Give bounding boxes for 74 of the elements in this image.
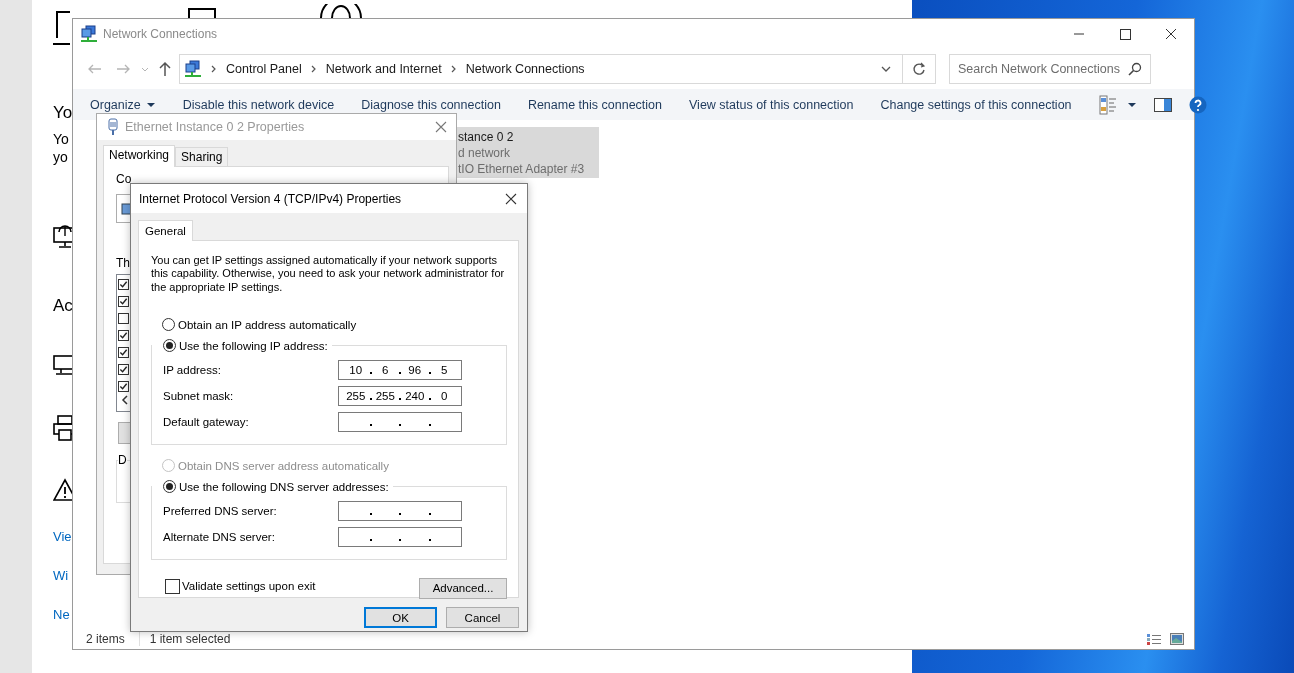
dialog-button[interactable]: Cancel	[446, 607, 519, 628]
address-bar[interactable]: Control Panel Network and Internet Network Connections	[179, 54, 936, 84]
field-label: Default gateway:	[163, 415, 250, 428]
radio-button[interactable]	[163, 480, 176, 494]
field-label: Co	[116, 172, 132, 186]
checkbox[interactable]	[118, 279, 129, 290]
search-icon	[1128, 62, 1142, 76]
dialog-tab[interactable]: Networking	[103, 145, 176, 167]
network-adapter-icon	[121, 201, 133, 216]
breadcrumb-item[interactable]: Network Connections	[465, 62, 585, 76]
checkbox[interactable]	[118, 347, 129, 358]
checkbox[interactable]	[165, 578, 180, 594]
radio-button[interactable]	[162, 318, 175, 332]
ip-address-field[interactable]: 10 6 96 5	[338, 359, 462, 380]
network-icon	[184, 60, 202, 78]
help-icon[interactable]	[1188, 95, 1207, 114]
dialog-tab[interactable]: General	[138, 220, 193, 241]
details-view-icon[interactable]	[1146, 632, 1162, 645]
toolbar-command[interactable]: View status of this connection	[689, 97, 854, 112]
checkbox[interactable]	[118, 364, 129, 375]
breadcrumb-item[interactable]: Network and Internet	[325, 62, 442, 76]
scroll-left-icon[interactable]	[121, 395, 129, 405]
field-label: Preferred DNS server:	[163, 504, 278, 517]
dialog-title: Ethernet Instance 0 2 Properties	[125, 120, 306, 134]
checkbox[interactable]	[118, 313, 129, 324]
toolbar-command[interactable]: Rename this connection	[527, 97, 662, 112]
window-title: Network Connections	[103, 27, 219, 41]
field-label: Alternate DNS server:	[163, 530, 276, 543]
organize-menu[interactable]: Organize	[90, 97, 156, 112]
ip-address-field[interactable]	[338, 526, 462, 547]
page-heading: Yo	[53, 102, 73, 124]
caret-down-icon[interactable]	[1126, 101, 1137, 108]
ip-address-field[interactable]	[338, 411, 462, 432]
page-heading: Ac	[53, 295, 73, 317]
page-text: yo	[53, 148, 68, 166]
ethernet-adapter-icon	[107, 118, 119, 136]
toolbar-command[interactable]: Change settings of this connection	[880, 97, 1072, 112]
large-icons-view-icon[interactable]	[1170, 632, 1184, 645]
settings-link[interactable]: Ne	[53, 606, 70, 624]
checkbox[interactable]	[118, 330, 129, 341]
refresh-icon	[912, 62, 926, 76]
description-text: You can get IP settings assigned automatically if your network supports this capability. Otherwise, you need to ask your network administrator for the appropriate IP settings.	[151, 254, 506, 294]
dialog-button[interactable]: OK	[364, 607, 437, 628]
settings-link[interactable]: Wi	[53, 567, 69, 585]
field-label: IP address:	[163, 363, 222, 376]
checkbox[interactable]	[118, 381, 129, 392]
ip-address-field[interactable]: 255 255 240 0	[338, 385, 462, 406]
radio-label: Obtain an IP address automatically	[178, 318, 357, 331]
settings-link[interactable]: Vie	[53, 528, 72, 546]
field-label: Subnet mask:	[163, 389, 235, 402]
checkbox[interactable]	[118, 296, 129, 307]
status-text: 2 items	[86, 631, 125, 646]
radio-button[interactable]	[163, 339, 176, 353]
change-view-icon[interactable]	[1098, 94, 1117, 115]
search-field[interactable]: Search Network Connections	[949, 54, 1151, 84]
dialog-title: Internet Protocol Version 4 (TCP/IPv4) Properties	[139, 191, 403, 206]
radio-label: Use the following IP address:	[179, 339, 328, 352]
preview-pane-icon[interactable]	[1153, 97, 1172, 112]
breadcrumb-item[interactable]: Control Panel	[226, 62, 302, 76]
radio-label: Use the following DNS server addresses:	[179, 480, 389, 493]
toolbar-command[interactable]: Disable this network device	[182, 97, 335, 112]
network-icon	[80, 25, 98, 43]
checkbox-label: Validate settings upon exit	[182, 580, 316, 593]
caret-down-icon	[145, 101, 156, 108]
page-text: Yo	[53, 130, 69, 148]
dialog-tab[interactable]: Sharing	[175, 147, 229, 166]
close-icon[interactable]	[505, 192, 517, 205]
toolbar-command[interactable]: Diagnose this connection	[361, 97, 501, 112]
list-label: Th	[116, 256, 130, 270]
ip-address-field[interactable]	[338, 500, 462, 521]
status-text: 1 item selected	[149, 631, 231, 646]
advanced-button[interactable]: Advanced...	[419, 577, 507, 599]
group-label: D	[118, 453, 127, 467]
radio-label: Obtain DNS server address automatically	[178, 459, 389, 472]
